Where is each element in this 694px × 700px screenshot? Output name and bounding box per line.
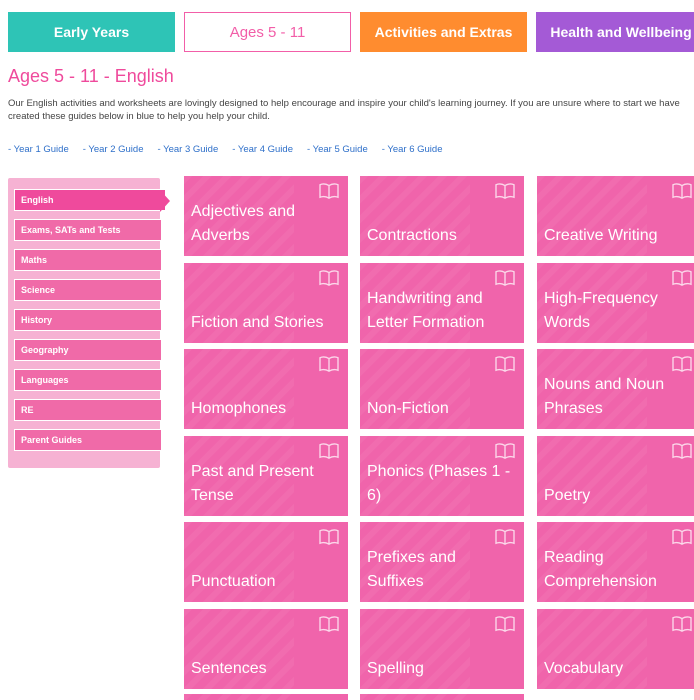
book-icon bbox=[494, 442, 516, 460]
page-title: Ages 5 - 11 - English bbox=[8, 66, 174, 86]
tab-ages-5-11[interactable]: Ages 5 - 11 bbox=[184, 12, 351, 52]
topic-tile[interactable]: Fiction and Stories bbox=[184, 262, 348, 343]
topic-tile[interactable]: Homophones bbox=[184, 349, 348, 429]
year-2-guide-link[interactable]: - Year 2 Guide bbox=[83, 144, 144, 155]
book-icon bbox=[494, 615, 516, 633]
topic-tile[interactable]: Vocabulary bbox=[537, 608, 694, 689]
book-icon bbox=[318, 355, 340, 373]
book-icon bbox=[318, 442, 340, 460]
topic-tile-label: Phonics (Phases 1 - 6) bbox=[367, 462, 511, 504]
book-icon bbox=[671, 615, 693, 633]
intro-text: Our English activities and worksheets ar… bbox=[8, 98, 680, 122]
topic-tile[interactable]: Non-Fiction bbox=[360, 349, 524, 429]
book-icon bbox=[671, 269, 693, 287]
topic-tile[interactable]: Nouns and Noun Phrases bbox=[537, 349, 694, 429]
year-6-guide-link[interactable]: - Year 6 Guide bbox=[382, 144, 443, 155]
sidebar-item-geography[interactable]: Geography bbox=[14, 339, 162, 361]
topic-tile[interactable]: Prefixes and Suffixes bbox=[360, 522, 524, 602]
book-icon bbox=[318, 182, 340, 200]
sidebar-item-history[interactable]: History bbox=[14, 309, 162, 331]
book-icon bbox=[318, 528, 340, 546]
topic-tile-label: Sentences bbox=[191, 659, 267, 677]
topic-tile-label: Nouns and Noun Phrases bbox=[544, 376, 665, 417]
tab-early-years[interactable]: Early Years bbox=[8, 12, 175, 52]
year-4-guide-link[interactable]: - Year 4 Guide bbox=[232, 144, 293, 155]
sidebar-item-parent-guides[interactable]: Parent Guides bbox=[14, 429, 162, 451]
topic-tile-label: Vocabulary bbox=[544, 659, 624, 677]
topic-tile-label: Contractions bbox=[367, 227, 457, 244]
topic-tile-label: Non-Fiction bbox=[367, 400, 449, 417]
topic-tile-label: Creative Writing bbox=[544, 227, 658, 244]
top-nav-tabs: Early Years Ages 5 - 11 Activities and E… bbox=[8, 12, 694, 52]
tab-health-and-wellbeing[interactable]: Health and Wellbeing bbox=[536, 12, 694, 52]
sidebar-item-exams-sats-tests[interactable]: Exams, SATs and Tests bbox=[14, 219, 162, 241]
topic-tile-label: Past and Present Tense bbox=[191, 462, 314, 504]
subject-sidebar: English Exams, SATs and Tests Maths Scie… bbox=[8, 178, 166, 468]
topic-tile-label: Poetry bbox=[544, 486, 591, 504]
topic-tile-cut-off[interactable] bbox=[184, 694, 348, 700]
sidebar-item-maths[interactable]: Maths bbox=[14, 249, 162, 271]
active-item-arrow bbox=[160, 190, 170, 212]
guide-links: - Year 1 Guide - Year 2 Guide - Year 3 G… bbox=[8, 144, 457, 155]
topic-tile[interactable]: Past and Present Tense bbox=[184, 435, 348, 516]
book-icon bbox=[494, 269, 516, 287]
topic-tile-cut-off[interactable] bbox=[360, 694, 524, 700]
tab-activities-and-extras[interactable]: Activities and Extras bbox=[360, 12, 527, 52]
year-1-guide-link[interactable]: - Year 1 Guide bbox=[8, 144, 69, 155]
topic-tile[interactable]: Poetry bbox=[537, 435, 694, 516]
topic-tile-label: Reading Comprehension bbox=[544, 549, 657, 590]
book-icon bbox=[671, 182, 693, 200]
sidebar-item-languages[interactable]: Languages bbox=[14, 369, 162, 391]
sidebar-item-english[interactable]: English bbox=[14, 189, 166, 211]
topic-tile[interactable]: Contractions bbox=[360, 176, 524, 256]
sidebar-item-science[interactable]: Science bbox=[14, 279, 162, 301]
topic-tile-label: Fiction and Stories bbox=[191, 313, 324, 331]
topic-tile-label: Spelling bbox=[367, 659, 424, 677]
book-icon bbox=[671, 528, 693, 546]
topic-tile[interactable]: Creative Writing bbox=[537, 176, 694, 256]
topic-tile-label: Handwriting and Letter Formation bbox=[367, 289, 485, 331]
topic-tile-label: Prefixes and Suffixes bbox=[367, 549, 456, 590]
book-icon bbox=[494, 182, 516, 200]
topic-tile[interactable]: High-Frequency Words bbox=[537, 262, 694, 343]
book-icon bbox=[494, 355, 516, 373]
book-icon bbox=[318, 269, 340, 287]
topic-tile[interactable]: Reading Comprehension bbox=[537, 522, 694, 602]
book-icon bbox=[671, 355, 693, 373]
topic-tile-label: Homophones bbox=[191, 400, 287, 417]
topic-tile[interactable]: Phonics (Phases 1 - 6) bbox=[360, 435, 524, 516]
book-icon bbox=[671, 442, 693, 460]
topic-tile[interactable]: Handwriting and Letter Formation bbox=[360, 262, 524, 343]
topic-tile-label: Punctuation bbox=[191, 573, 276, 590]
topic-tile[interactable]: Spelling bbox=[360, 608, 524, 689]
book-icon bbox=[318, 615, 340, 633]
topic-tile[interactable]: Punctuation bbox=[184, 522, 348, 602]
topic-tile-label: High-Frequency Words bbox=[544, 289, 658, 331]
year-5-guide-link[interactable]: - Year 5 Guide bbox=[307, 144, 368, 155]
year-3-guide-link[interactable]: - Year 3 Guide bbox=[158, 144, 219, 155]
book-icon bbox=[494, 528, 516, 546]
sidebar-item-re[interactable]: RE bbox=[14, 399, 162, 421]
topic-tile[interactable]: Adjectives and Adverbs bbox=[184, 176, 348, 256]
topic-tile[interactable]: Sentences bbox=[184, 608, 348, 689]
topic-tile-label: Adjectives and Adverbs bbox=[191, 203, 296, 244]
